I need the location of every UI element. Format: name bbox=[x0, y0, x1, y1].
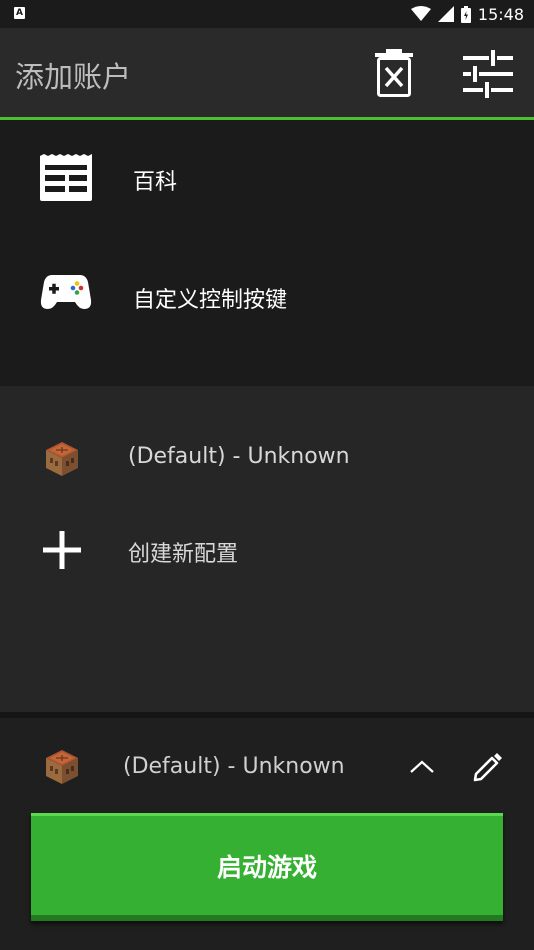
settings-sliders-icon bbox=[463, 50, 513, 98]
crafting-table-icon bbox=[46, 750, 78, 784]
plus-icon bbox=[43, 531, 81, 569]
delete-account-icon bbox=[375, 49, 413, 97]
profile-list: (Default) - Unknown 创建新配置 bbox=[0, 386, 534, 712]
settings-button[interactable] bbox=[460, 48, 516, 100]
menu-panel: 百科 自定义控制按键 bbox=[0, 120, 534, 386]
profile-name: (Default) - Unknown bbox=[128, 444, 350, 469]
edit-profile-button[interactable] bbox=[470, 750, 504, 784]
page-title: 添加账户 bbox=[15, 60, 132, 94]
create-profile-label: 创建新配置 bbox=[128, 542, 239, 567]
cell-signal-icon bbox=[437, 6, 454, 22]
profile-item-default[interactable]: (Default) - Unknown bbox=[0, 424, 534, 494]
status-bar: A 15:48 bbox=[0, 0, 534, 28]
battery-icon bbox=[460, 5, 471, 23]
news-icon bbox=[40, 154, 92, 201]
clock: 15:48 bbox=[477, 4, 524, 24]
panel-divider bbox=[0, 712, 534, 718]
crafting-table-icon bbox=[46, 442, 78, 476]
create-profile-button[interactable]: 创建新配置 bbox=[0, 516, 534, 586]
gamepad-icon bbox=[40, 275, 92, 309]
menu-item-custom-controls[interactable]: 自定义控制按键 bbox=[0, 250, 534, 340]
pencil-icon bbox=[473, 753, 502, 782]
menu-item-label: 百科 bbox=[133, 170, 178, 195]
app-bar: 添加账户 bbox=[0, 28, 534, 117]
chevron-up-icon bbox=[410, 760, 434, 773]
status-icons: 15:48 bbox=[410, 4, 524, 24]
menu-item-wiki[interactable]: 百科 bbox=[0, 134, 534, 224]
launch-game-label: 启动游戏 bbox=[216, 852, 317, 882]
menu-item-label: 自定义控制按键 bbox=[133, 288, 288, 313]
selected-profile-label[interactable]: (Default) - Unknown bbox=[123, 754, 345, 779]
delete-account-button[interactable] bbox=[370, 46, 418, 100]
wifi-icon bbox=[410, 6, 431, 21]
expand-profiles-button[interactable] bbox=[406, 754, 438, 780]
launch-game-button[interactable]: 启动游戏 bbox=[31, 813, 503, 921]
app-notification-icon: A bbox=[14, 7, 25, 19]
